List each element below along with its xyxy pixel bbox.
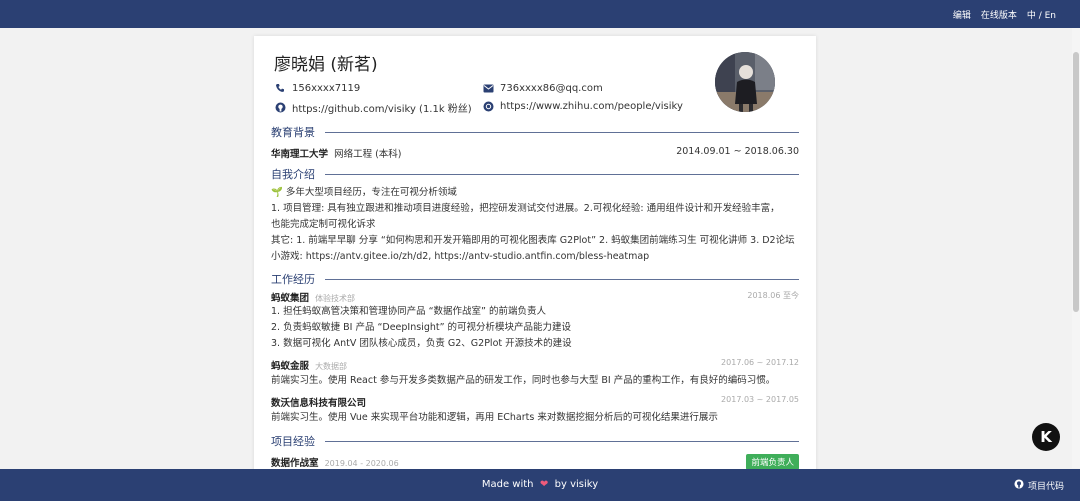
intro-line-2: 1. 项目管理: 具有独立跟进和推动项目进度经验，把控研发测试交付进展。2.可视… — [271, 203, 780, 214]
zhihu-contact: https://www.zhihu.com/people/visiky — [482, 100, 683, 112]
resume-name: 廖晓娟 (新茗) — [274, 55, 378, 75]
footer: Made with ❤ by visiky 项目代码 — [0, 469, 1080, 501]
projects-section-title: 项目经验 — [271, 433, 799, 449]
intro-line-4: 其它: 1. 前端早早聊 分享 “如何构思和开发开箱即用的可视化图表库 G2Pl… — [271, 235, 795, 246]
phone-icon — [274, 82, 286, 94]
language-switch[interactable]: 中 / En — [1027, 8, 1056, 21]
section-divider — [325, 440, 799, 442]
author-text: by visiky — [554, 479, 599, 490]
github-icon — [1014, 479, 1024, 492]
major: 网络工程 (本科) — [334, 149, 402, 160]
top-nav-links: 编辑 在线版本 中 / En — [953, 8, 1056, 21]
company-name: 蚂蚁金服 — [271, 361, 310, 372]
work-section-title: 工作经历 — [271, 271, 799, 287]
github-link[interactable]: https://github.com/visiky (1.1k 粉丝) — [292, 100, 472, 115]
department: 体验技术部 — [315, 294, 356, 303]
intro-section-title: 自我介绍 — [271, 166, 799, 182]
job-period: 2017.03 ~ 2017.05 — [721, 395, 799, 404]
online-version-link[interactable]: 在线版本 — [981, 8, 1017, 21]
phone-text: 156xxxx7119 — [292, 82, 361, 94]
avatar — [715, 52, 775, 112]
top-nav-bar: 编辑 在线版本 中 / En — [0, 0, 1080, 28]
email-contact: 736xxxx86@qq.com — [482, 82, 603, 94]
footer-credit: Made with ❤ by visiky — [0, 479, 1080, 490]
school-name: 华南理工大学 — [271, 149, 329, 160]
floating-k-button[interactable]: K — [1032, 423, 1060, 451]
job-header: 数沃信息科技有限公司 2017.03 ~ 2017.05 — [271, 395, 799, 409]
job-period: 2018.06 至今 — [747, 291, 799, 300]
education-period: 2014.09.01 ~ 2018.06.30 — [676, 146, 799, 157]
projects-title: 项目经验 — [271, 435, 315, 448]
department: 大数据部 — [315, 362, 348, 371]
education-title: 教育背景 — [271, 126, 315, 139]
work-title: 工作经历 — [271, 273, 315, 286]
project-period: 2019.04 - 2020.06 — [324, 459, 399, 468]
heart-icon: ❤ — [536, 479, 552, 490]
github-icon — [274, 102, 286, 114]
education-section-title: 教育背景 — [271, 124, 799, 140]
job-description: 前端实习生。使用 React 参与开发多类数据产品的研发工作，同时也参与大型 B… — [271, 375, 776, 386]
project-header: 数据作战室 2019.04 - 2020.06 前端负责人 — [271, 454, 799, 470]
intro-line-1: 🌱 多年大型项目经历，专注在可视分析领域 — [271, 187, 457, 198]
job-description: 1. 担任蚂蚁高管决策和管理协同产品 “数据作战室” 的前端负责人 2. 负责蚂… — [271, 304, 801, 352]
intro-line-3: 也能完成定制可视化诉求 — [271, 219, 376, 230]
resume-card: 廖晓娟 (新茗) 156xxxx7119 736xxxx86@qq.com ht… — [254, 36, 816, 476]
company-name: 蚂蚁集团 — [271, 293, 310, 304]
made-with-text: Made with — [481, 479, 534, 490]
k-label: K — [1040, 428, 1052, 446]
job-header: 蚂蚁金服 大数据部 2017.06 ~ 2017.12 — [271, 358, 799, 372]
project-name: 数据作战室 — [271, 458, 319, 469]
section-divider — [325, 173, 799, 175]
envelope-icon — [482, 82, 494, 94]
page-scrollbar[interactable] — [1072, 28, 1080, 468]
role-badge: 前端负责人 — [746, 454, 799, 470]
intro-title: 自我介绍 — [271, 168, 315, 181]
section-divider — [325, 131, 799, 133]
edit-link[interactable]: 编辑 — [953, 8, 971, 21]
section-divider — [325, 278, 799, 280]
phone-contact: 156xxxx7119 — [274, 82, 360, 94]
zhihu-link[interactable]: https://www.zhihu.com/people/visiky — [500, 101, 683, 112]
education-row: 华南理工大学 网络工程 (本科) 2014.09.01 ~ 2018.06.30 — [271, 146, 799, 160]
intro-text: 🌱 多年大型项目经历，专注在可视分析领域 1. 项目管理: 具有独立跟进和推动项… — [271, 185, 801, 265]
job-item: 3. 数据可视化 AntV 团队核心成员，负责 G2、G2Plot 开源技术的建… — [271, 338, 572, 349]
job-description: 前端实习生。使用 Vue 来实现平台功能和逻辑，再用 ECharts 来对数据挖… — [271, 412, 718, 423]
intro-line-5: 小游戏: https://antv.gitee.io/zh/d2, https:… — [271, 251, 650, 262]
job-header: 蚂蚁集团 体验技术部 2018.06 至今 — [271, 290, 799, 304]
github-contact: https://github.com/visiky (1.1k 粉丝) — [274, 100, 472, 115]
job-item: 2. 负责蚂蚁敏捷 BI 产品 “DeepInsight” 的可视分析模块产品能… — [271, 322, 572, 333]
job-period: 2017.06 ~ 2017.12 — [721, 358, 799, 367]
scrollbar-thumb[interactable] — [1073, 52, 1079, 312]
company-name: 数沃信息科技有限公司 — [271, 398, 367, 409]
project-code-label: 项目代码 — [1027, 482, 1064, 492]
zhihu-icon — [482, 100, 494, 112]
project-code-link[interactable]: 项目代码 — [1014, 479, 1064, 492]
email-text[interactable]: 736xxxx86@qq.com — [500, 83, 603, 94]
job-item: 1. 担任蚂蚁高管决策和管理协同产品 “数据作战室” 的前端负责人 — [271, 306, 546, 317]
